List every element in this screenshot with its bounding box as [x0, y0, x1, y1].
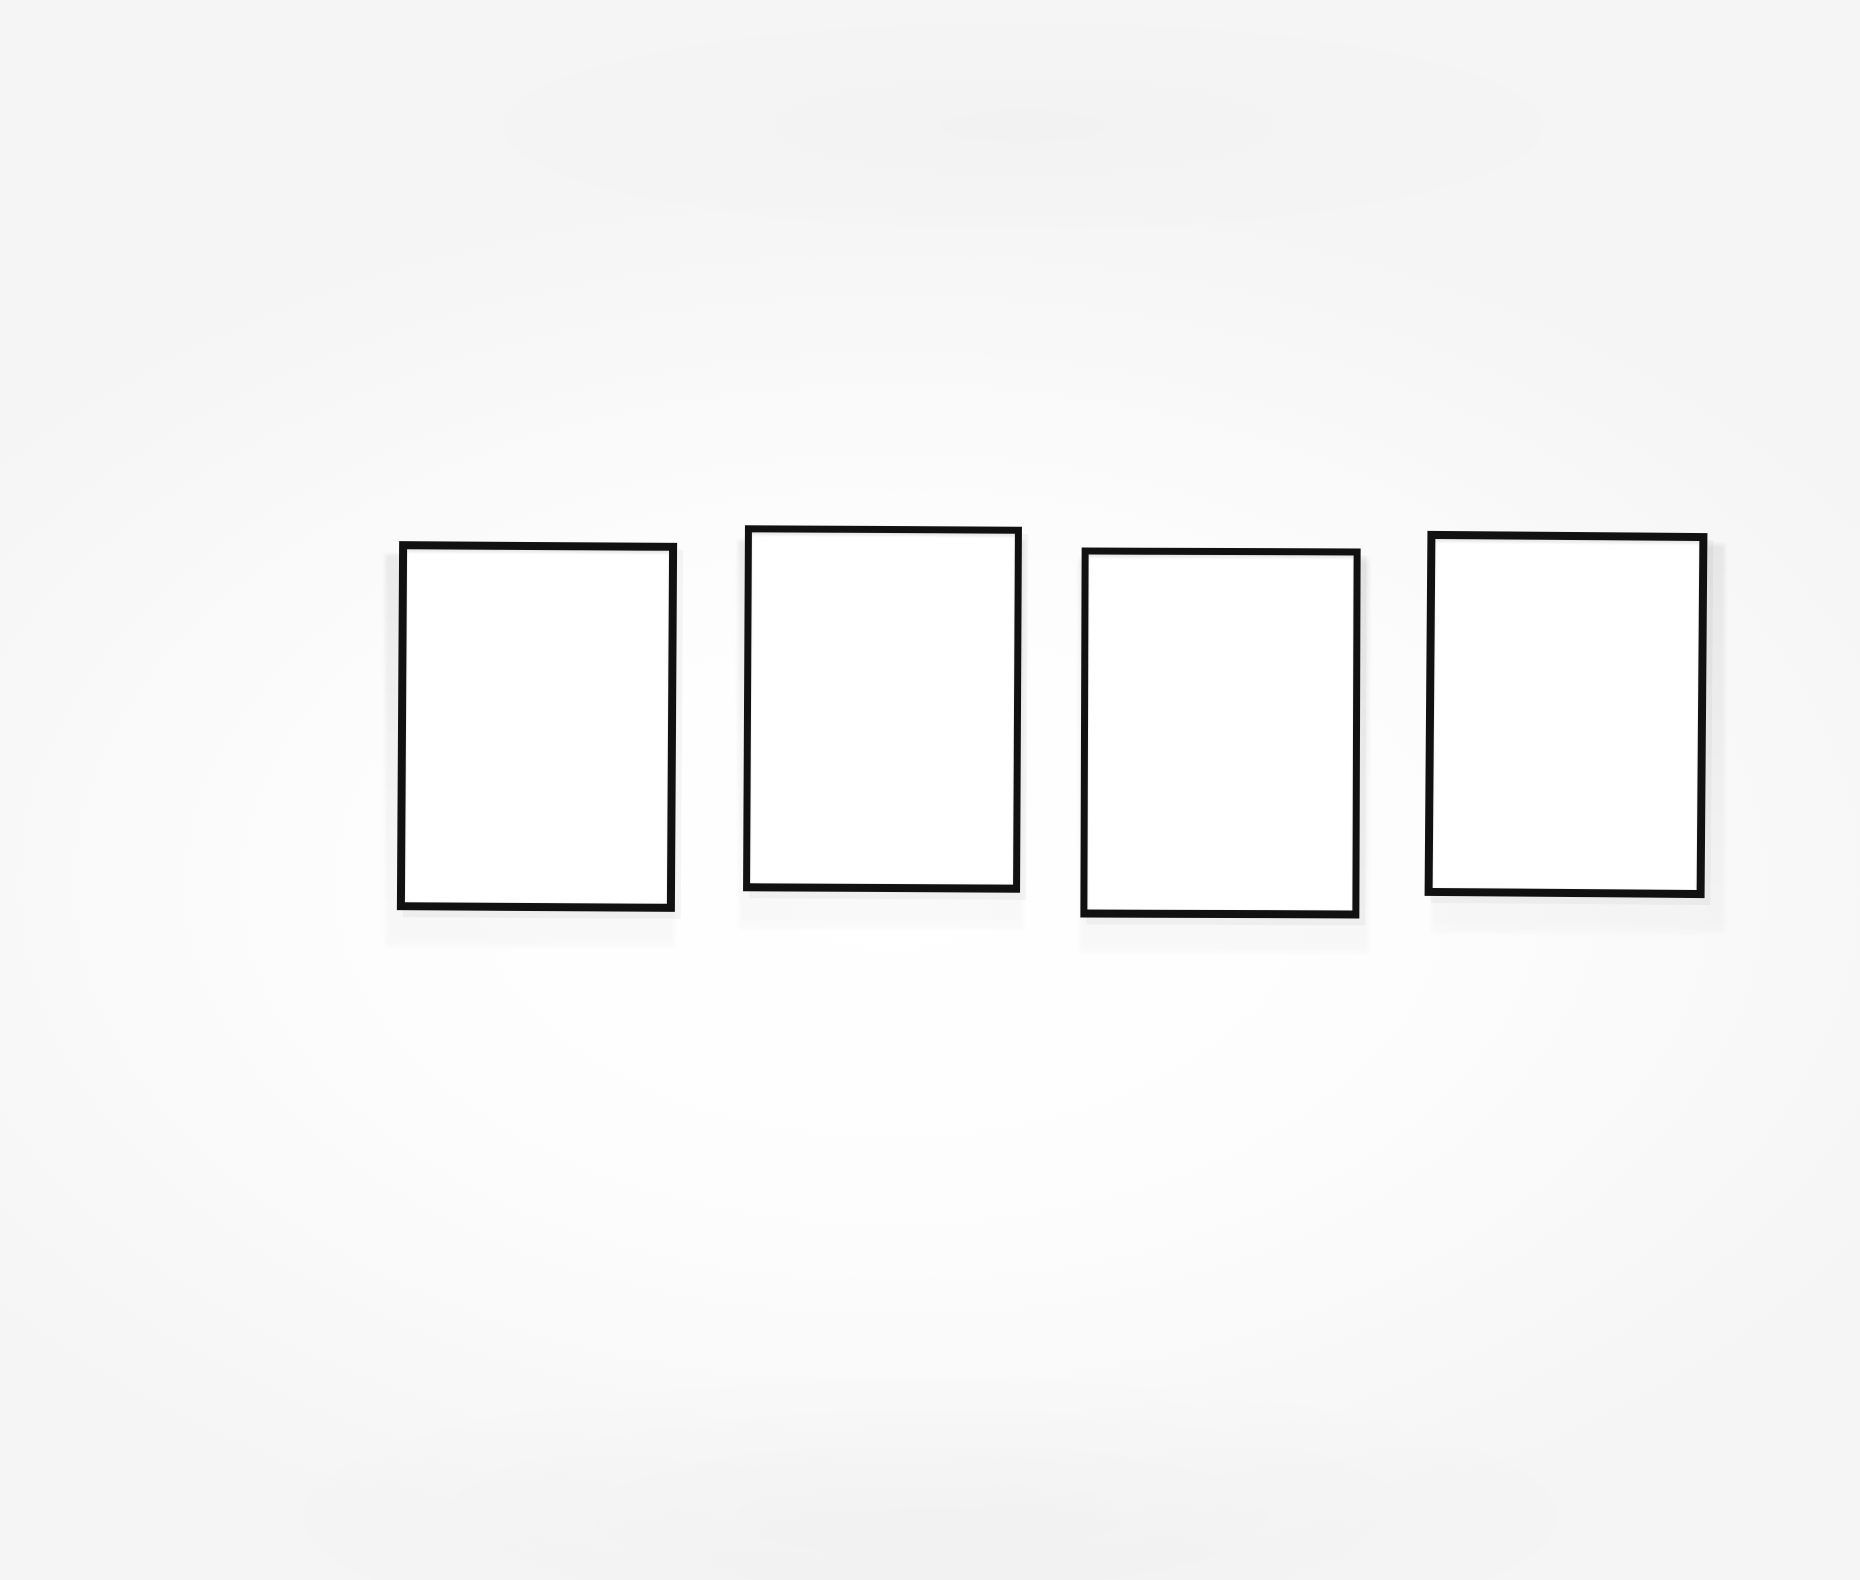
gallery-wall-scene	[0, 0, 1860, 1580]
picture-frame-2	[743, 525, 1022, 893]
picture-frame-1-inner-shadow	[405, 549, 669, 904]
picture-frame-2-inner-shadow	[750, 532, 1015, 884]
picture-frame-1	[396, 541, 678, 912]
picture-frame-3	[1080, 547, 1361, 919]
picture-frame-3-inner-shadow	[1087, 555, 1353, 911]
picture-frame-4-inner-shadow	[1433, 539, 1700, 890]
picture-frame-4	[1424, 530, 1708, 899]
